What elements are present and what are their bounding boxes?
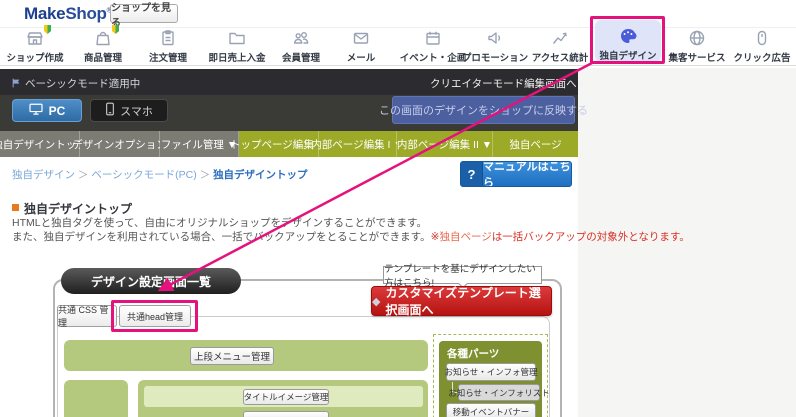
nav-item-shop-create[interactable]: ショップ作成 xyxy=(1,25,69,65)
folder-icon xyxy=(228,29,246,47)
nav-label: 即日売上入金 xyxy=(208,53,266,64)
logo-make: Make xyxy=(24,4,66,23)
beginner-badge-icon xyxy=(44,25,51,34)
nav-label: イベント・企画 xyxy=(399,53,467,64)
breadcrumb-basic-mode[interactable]: ベーシックモード(PC) xyxy=(91,169,196,181)
info-list-button[interactable]: お知らせ・インフォリスト xyxy=(448,384,550,401)
clipboard-icon xyxy=(159,29,177,47)
page-title: 独自デザイントップ xyxy=(24,202,133,216)
cutoff-button[interactable] xyxy=(243,411,329,417)
mail-icon xyxy=(352,29,370,47)
nav-label: 商品管理 xyxy=(83,53,122,64)
smartphone-icon xyxy=(105,102,115,119)
header-divider xyxy=(0,27,796,28)
people-icon xyxy=(292,29,310,47)
bag-icon xyxy=(94,25,119,47)
tab-design-option[interactable]: デザインオプション xyxy=(72,131,167,157)
breadcrumb-separator: ＞ xyxy=(77,169,89,181)
view-shop-button[interactable]: ショップを見る xyxy=(110,3,178,29)
makeshop-admin-page: MakeShop®by GMO ショップを見る ショップ作成 商品管理 注文管理… xyxy=(0,0,796,417)
design-menu-bar: 独自デザイントップ デザインオプション ファイル管理 ▼ トップページ編集 ▼ … xyxy=(0,131,578,157)
breadcrumb: 独自デザイン ＞ ベーシックモード(PC) ＞ 独自デザイントップ xyxy=(12,167,308,182)
breadcrumb-current: 独自デザイントップ xyxy=(213,169,308,181)
apply-design-button[interactable]: この画面のデザインをショップに反映する xyxy=(379,96,588,124)
nav-item-promotion[interactable]: プロモーション xyxy=(461,29,529,65)
pc-toggle-button[interactable]: PC xyxy=(12,99,82,122)
breadcrumb-original-design[interactable]: 独自デザイン xyxy=(12,169,75,181)
globe-icon xyxy=(688,29,706,47)
nav-label: 注文管理 xyxy=(148,53,187,64)
panel-title-badge: デザイン設定画面一覧 xyxy=(61,268,241,294)
template-tooltip: テンプレートを基にデザインしたい方はこちら! xyxy=(383,264,542,289)
breadcrumb-separator: ＞ xyxy=(199,169,211,181)
question-icon: ? xyxy=(461,162,483,186)
common-css-button[interactable]: 共通 CSS 管理 xyxy=(57,305,117,328)
manual-button[interactable]: ? マニュアルはこちら xyxy=(460,161,572,187)
customize-template-button[interactable]: ◆ カスタマイズテンプレート選択画面へ xyxy=(371,286,552,317)
tab-file-management[interactable]: ファイル管理 ▼ xyxy=(160,131,239,157)
nav-item-click-ads[interactable]: クリック広告 xyxy=(728,29,796,65)
nav-item-traffic[interactable]: 集客サービス xyxy=(663,29,731,65)
calendar-icon xyxy=(424,29,442,47)
nav-label: 独自デザイン xyxy=(599,51,657,62)
flag-icon xyxy=(10,76,22,88)
description-line-1: HTMLと独自タグを使って、自由にオリジナルショップをデザインすることができます… xyxy=(12,217,427,229)
nav-label: クリック広告 xyxy=(733,53,791,64)
nav-item-product[interactable]: 商品管理 xyxy=(69,25,137,65)
tab-top-page-edit[interactable]: トップページ編集 ▼ xyxy=(230,131,327,157)
tab-original-page[interactable]: 独自ページ xyxy=(493,131,578,157)
top-menu-manage-button[interactable]: 上段メニュー管理 xyxy=(190,347,274,365)
title-image-manage-button[interactable]: タイトルイメージ管理 xyxy=(243,389,329,405)
nav-label: 集客サービス xyxy=(668,53,726,64)
storefront-icon xyxy=(26,25,51,47)
nav-item-event[interactable]: イベント・企画 xyxy=(399,29,467,65)
section-bullet xyxy=(12,204,19,211)
smartphone-toggle-label: スマホ xyxy=(120,105,153,118)
customize-template-label: カスタマイズテンプレート選択画面へ xyxy=(385,286,541,317)
nav-item-members[interactable]: 会員管理 xyxy=(267,29,335,65)
event-banner-button[interactable]: 移動イベントバナー xyxy=(446,403,536,417)
parts-title: 各種パーツ xyxy=(447,348,500,360)
nav-item-analytics[interactable]: アクセス統計 xyxy=(526,29,594,65)
tab-inner-page-edit-2[interactable]: 内部ページ編集 II ▼ xyxy=(397,131,493,157)
page-description: HTMLと独自タグを使って、自由にオリジナルショップをデザインすることができます… xyxy=(12,216,690,244)
nav-item-mail[interactable]: メール xyxy=(327,29,395,65)
left-column-area xyxy=(64,380,128,417)
monitor-icon xyxy=(29,103,43,118)
nav-label: ショップ作成 xyxy=(6,53,64,64)
nav-label: プロモーション xyxy=(461,53,529,64)
tab-inner-page-edit-1[interactable]: 内部ページ編集 I ▼ xyxy=(311,131,404,157)
pc-toggle-label: PC xyxy=(48,103,66,118)
backup-note-original-page: 独自ページ xyxy=(439,231,492,243)
nav-label: メール xyxy=(346,53,376,64)
nav-label: アクセス統計 xyxy=(531,53,589,64)
palette-icon xyxy=(619,27,637,45)
creator-mode-link[interactable]: クリエイターモード編集画面へ › xyxy=(430,76,583,91)
description-line-2: また、独自デザインを利用されている場合、一括でバックアップをとることができます。… xyxy=(12,231,690,243)
logo-shop: Shop xyxy=(65,4,107,23)
basic-mode-status: ベーシックモード適用中 xyxy=(25,78,141,90)
info-manage-button[interactable]: お知らせ・インフォ管理 xyxy=(444,363,538,381)
speaker-icon xyxy=(486,29,504,47)
template-diamond-icon: ◆ xyxy=(372,295,381,308)
mouse-icon xyxy=(753,29,771,47)
nav-item-payment[interactable]: 即日売上入金 xyxy=(203,29,271,65)
nav-item-orders[interactable]: 注文管理 xyxy=(134,29,202,65)
nav-item-original-design[interactable]: 独自デザイン xyxy=(595,20,661,62)
common-head-button[interactable]: 共通head管理 xyxy=(119,305,191,327)
nav-divider xyxy=(0,65,796,66)
nav-label: 会員管理 xyxy=(281,53,320,64)
chart-line-icon xyxy=(551,29,569,47)
tab-original-design-top[interactable]: 独自デザイントップ xyxy=(0,131,87,157)
smartphone-toggle-button[interactable]: スマホ xyxy=(90,99,168,122)
beginner-badge-icon xyxy=(112,25,119,34)
manual-button-label: マニュアルはこちら xyxy=(483,161,571,187)
